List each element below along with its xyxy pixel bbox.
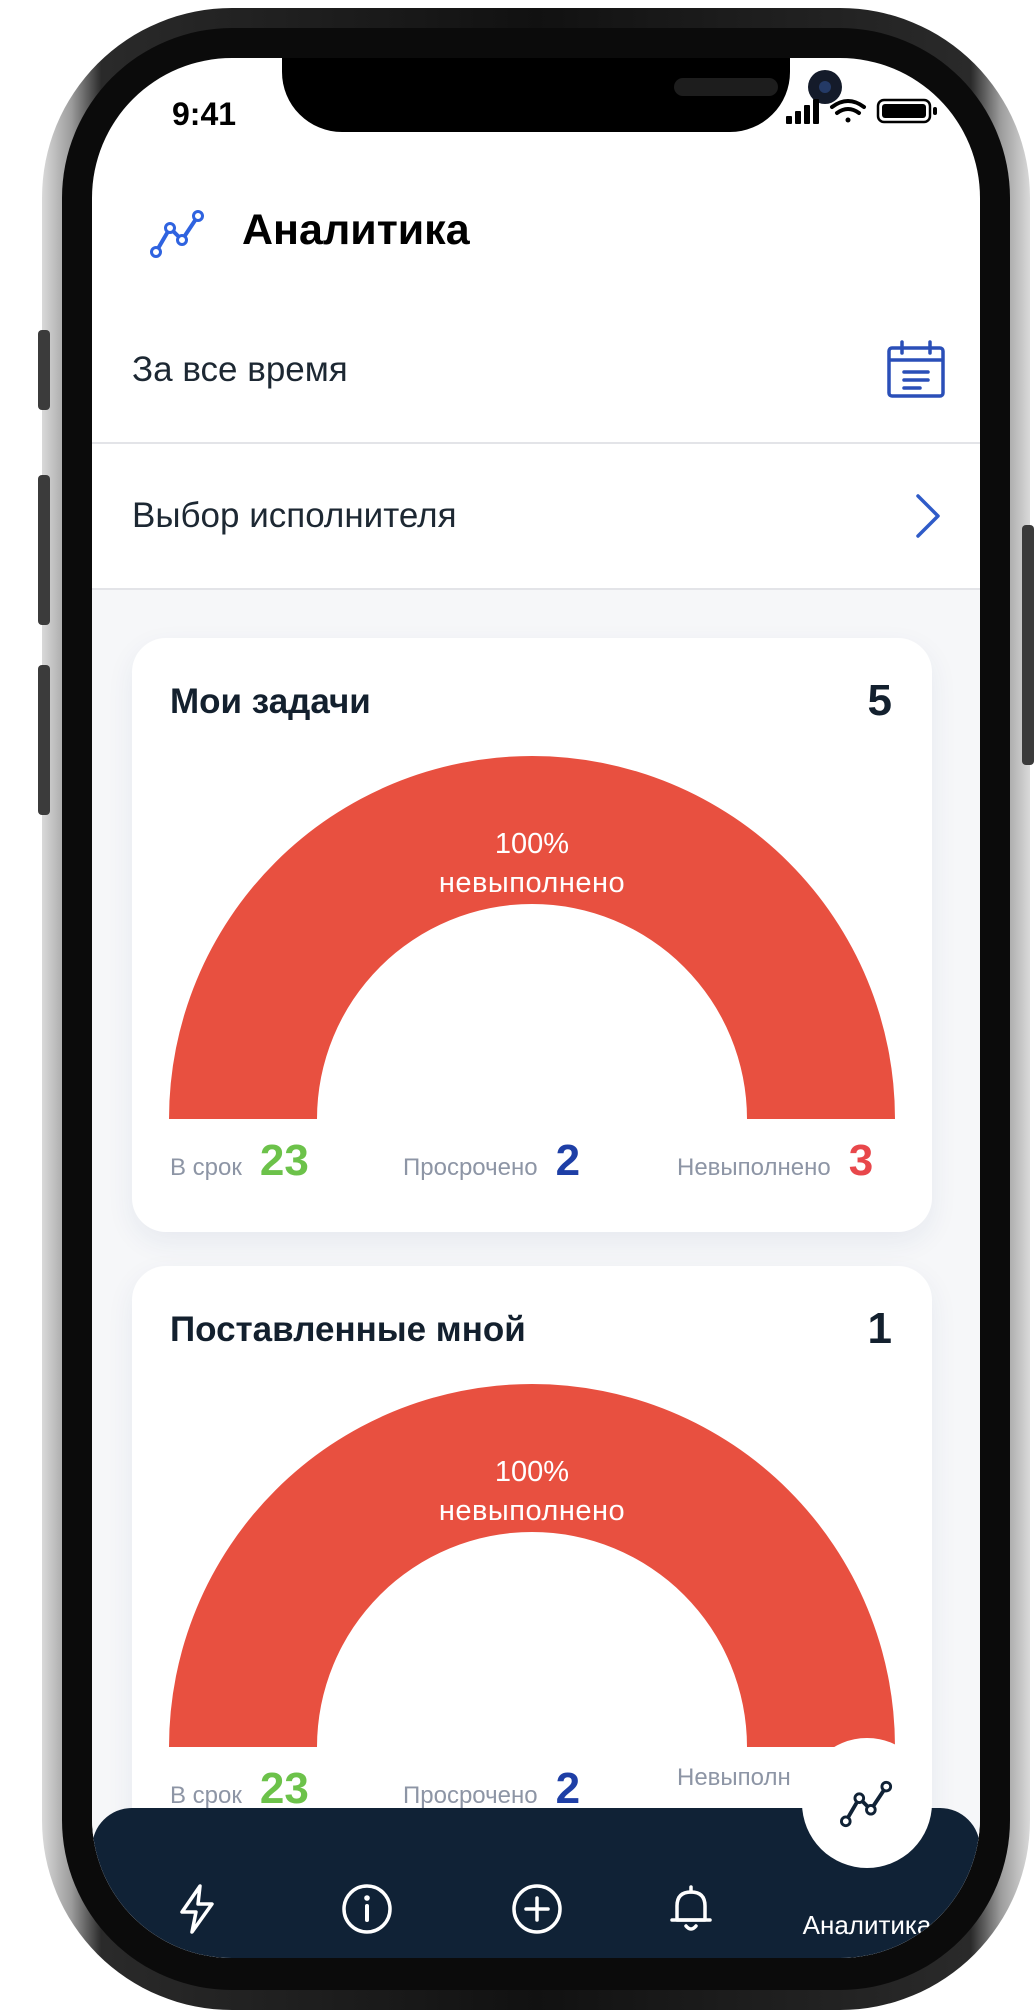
stat-value: 3 <box>848 1136 874 1185</box>
stat-overdue: Просрочено 2 <box>403 1764 580 1814</box>
gauge-label: невыполнено <box>438 1495 626 1527</box>
stat-not-done: Невыполн <box>677 1764 809 1792</box>
notch <box>282 58 842 132</box>
stat-value: 23 <box>259 1136 309 1185</box>
volume-down-button <box>38 665 50 815</box>
analytics-chart-icon <box>150 210 204 258</box>
stat-label: Просрочено <box>403 1782 538 1809</box>
gauge-percent: 100% <box>494 828 570 860</box>
stat-on-time: В срок 23 <box>170 1136 309 1186</box>
stat-label: В срок <box>170 1782 242 1809</box>
calendar-icon[interactable] <box>886 340 946 400</box>
power-button <box>1022 525 1034 765</box>
gauge-percent: 100% <box>494 1456 570 1488</box>
card-count: 1 <box>867 1304 892 1353</box>
chevron-right-icon[interactable] <box>910 491 946 541</box>
tab-analytics-label: Аналитика <box>802 1910 932 1940</box>
stat-value: 2 <box>555 1136 581 1185</box>
signal-icon <box>786 99 819 124</box>
lightning-icon[interactable] <box>170 1882 224 1936</box>
card-count: 5 <box>867 676 892 725</box>
stat-label: Невыполн <box>677 1764 791 1791</box>
page-title: Аналитика <box>242 206 470 254</box>
card-title: Поставленные мной <box>170 1310 526 1349</box>
screen: 9:41 Аналитика За все время Выбор исполн… <box>92 58 980 1958</box>
period-label: За все время <box>132 350 348 389</box>
stat-value: 2 <box>555 1764 581 1813</box>
status-icons <box>786 98 937 124</box>
stat-on-time: В срок 23 <box>170 1764 309 1814</box>
plus-circle-icon[interactable] <box>510 1882 564 1936</box>
analytics-chart-icon <box>840 1780 893 1828</box>
bell-icon[interactable] <box>664 1882 718 1936</box>
period-filter[interactable]: За все время <box>92 298 980 444</box>
gauge-chart <box>169 756 895 1119</box>
volume-up-button <box>38 475 50 625</box>
mute-switch <box>38 330 50 410</box>
card-title: Мои задачи <box>170 682 371 721</box>
stat-overdue: Просрочено 2 <box>403 1136 580 1186</box>
gauge-label: невыполнено <box>438 867 626 899</box>
executor-filter[interactable]: Выбор исполнителя <box>92 444 980 590</box>
info-icon[interactable] <box>340 1882 394 1936</box>
status-time: 9:41 <box>172 96 237 132</box>
stat-value: 23 <box>259 1764 309 1813</box>
stat-label: Невыполнено <box>677 1154 831 1181</box>
executor-label: Выбор исполнителя <box>132 496 457 535</box>
stat-label: В срок <box>170 1154 242 1181</box>
tab-analytics-active[interactable] <box>802 1738 932 1868</box>
stat-label: Просрочено <box>403 1154 538 1181</box>
my-tasks-card[interactable]: Мои задачи 5 100% невыполнено В срок 23 … <box>132 638 932 1232</box>
gauge-chart <box>169 1384 895 1747</box>
speaker <box>674 78 778 96</box>
battery-icon <box>876 98 937 124</box>
stat-not-done: Невыполнено 3 <box>677 1136 873 1186</box>
wifi-icon <box>830 99 866 123</box>
